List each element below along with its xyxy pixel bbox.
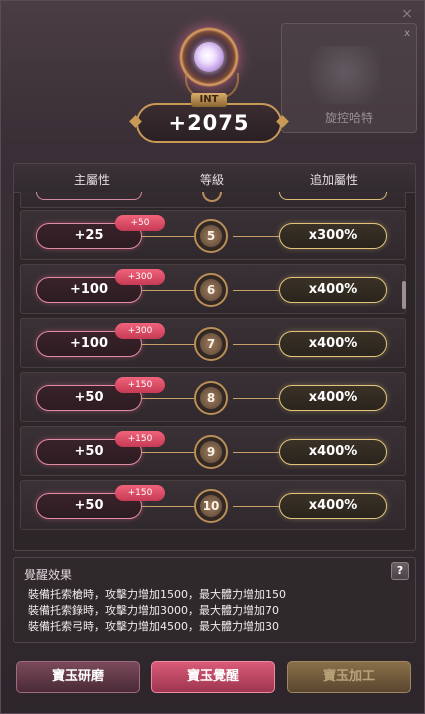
extra-attribute-value: x400% — [279, 331, 387, 357]
level-medal: 10 — [194, 489, 228, 523]
level-medal: 9 — [194, 435, 228, 469]
effect-line: 裝備托索弓時，攻擊力增加4500，最大體力增加30 — [28, 620, 279, 633]
stat-type-tag: INT — [191, 93, 227, 107]
table-row: +50 +150 9 x400% — [20, 426, 406, 476]
extra-attribute-value: x400% — [279, 277, 387, 303]
background-card-close-icon: x — [404, 28, 410, 39]
level-number: 7 — [200, 333, 222, 355]
extra-attribute-value: x400% — [279, 439, 387, 465]
level-number: 8 — [200, 387, 222, 409]
column-main-attribute: 主屬性 — [74, 173, 111, 187]
table-header: 主屬性 等級 追加屬性 — [14, 164, 415, 193]
jewel-gem-icon — [194, 42, 224, 72]
jewel-awaken-window: × x 旋控哈特 +2075 INT 主屬性 等級 追加屬性 +25 +50 5… — [0, 0, 425, 714]
help-button[interactable]: ? — [391, 562, 409, 580]
background-item-card: x 旋控哈特 — [281, 23, 417, 133]
level-medal: 7 — [194, 327, 228, 361]
close-icon[interactable]: × — [400, 7, 414, 21]
attribute-table: 主屬性 等級 追加屬性 +25 +50 5 x300% +100 +300 6 … — [13, 163, 416, 551]
table-row: +25 +50 5 x300% — [20, 210, 406, 260]
character-portrait — [310, 46, 380, 104]
bonus-badge: +150 — [115, 431, 165, 447]
jewel-process-button[interactable]: 寶玉加工 — [287, 661, 411, 693]
stat-total-value: +2075 — [136, 103, 282, 143]
level-number: 9 — [200, 441, 222, 463]
table-row: +100 +300 7 x400% — [20, 318, 406, 368]
table-row: +50 +150 8 x400% — [20, 372, 406, 422]
level-number: 5 — [200, 225, 222, 247]
jewel-awaken-button[interactable]: 寶玉覺醒 — [151, 661, 275, 693]
level-medal: 8 — [194, 381, 228, 415]
bonus-badge: +300 — [115, 269, 165, 285]
background-card-name: 旋控哈特 — [324, 111, 373, 125]
bonus-badge: +150 — [115, 377, 165, 393]
extra-attribute-value: x400% — [279, 493, 387, 519]
effect-title: 覺醒效果 — [24, 568, 73, 582]
level-medal: 5 — [194, 219, 228, 253]
extra-attribute-value: x400% — [279, 385, 387, 411]
column-level: 等級 — [200, 173, 225, 187]
level-medal: 6 — [194, 273, 228, 307]
bonus-badge: +50 — [115, 215, 165, 231]
effect-line: 裝備托索錄時，攻擊力增加3000，最大體力增加70 — [28, 604, 279, 617]
extra-attribute-value: x300% — [279, 223, 387, 249]
column-extra-attribute: 追加屬性 — [310, 173, 359, 187]
table-rows: +25 +50 5 x300% +100 +300 6 x400% +100 +… — [20, 192, 406, 550]
bonus-badge: +300 — [115, 323, 165, 339]
table-scrollbar[interactable] — [402, 281, 406, 309]
jewel-polish-button[interactable]: 寶玉研磨 — [16, 661, 140, 693]
level-number: 6 — [200, 279, 222, 301]
table-row: +100 +300 6 x400% — [20, 264, 406, 314]
level-number: 10 — [200, 495, 222, 517]
table-row: +50 +150 10 x400% — [20, 480, 406, 530]
bonus-badge: +150 — [115, 485, 165, 501]
awaken-effect-panel: 覺醒效果 ? 裝備托索槍時，攻擊力增加1500，最大體力增加150 裝備托索錄時… — [13, 557, 416, 643]
effect-line: 裝備托索槍時，攻擊力增加1500，最大體力增加150 — [28, 588, 286, 601]
